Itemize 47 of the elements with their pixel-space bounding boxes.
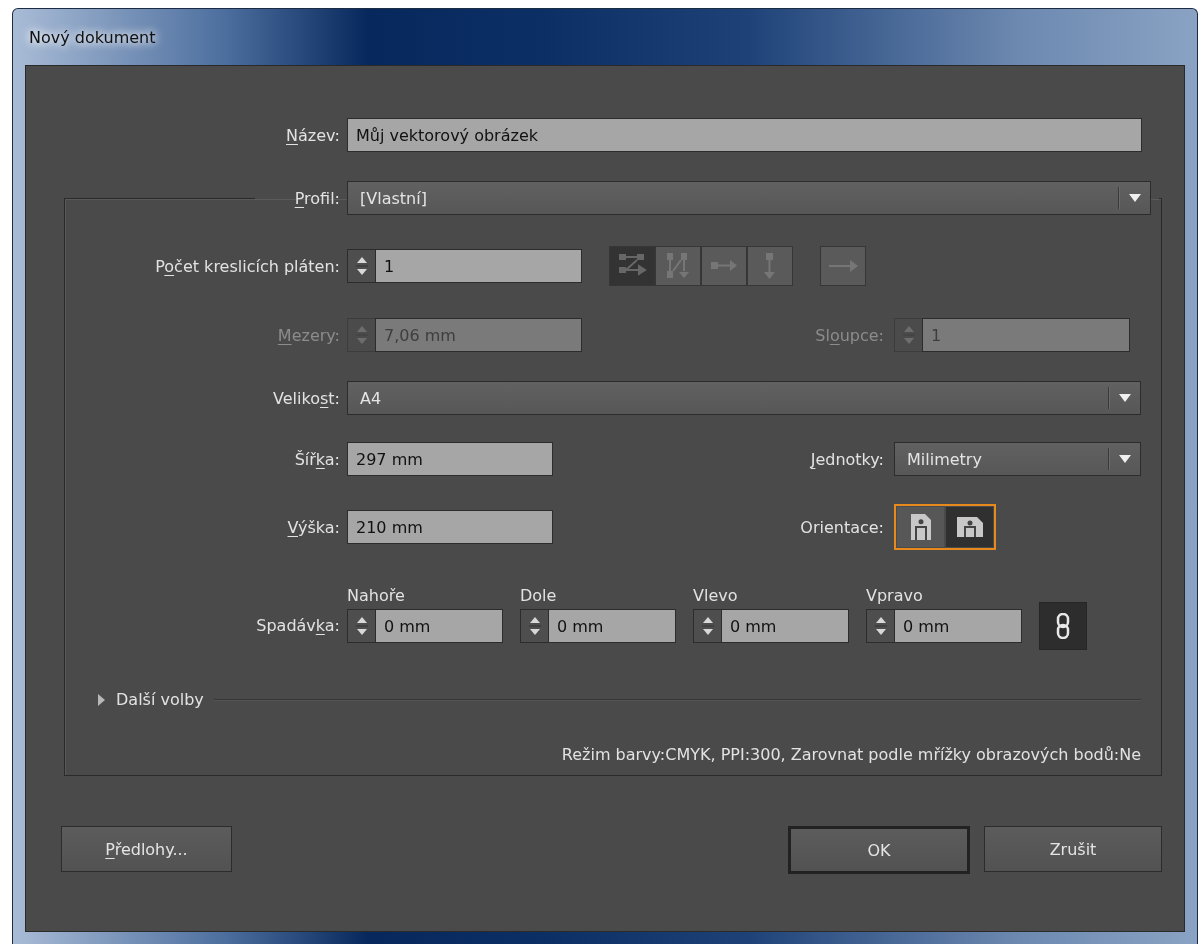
spacing-label: Mezery: — [277, 325, 341, 345]
portrait-page-icon — [910, 514, 931, 540]
artboard-count-label: Počet kreslicích pláten: — [155, 256, 341, 276]
bleed-field[interactable]: 0 mm — [894, 609, 1022, 643]
bleed-field[interactable]: 0 mm — [375, 609, 503, 643]
width-field[interactable]: 297 mm — [347, 442, 553, 476]
stepper-button[interactable] — [866, 609, 894, 643]
height-label: Výška: — [287, 517, 341, 537]
bleed-side-label: Vlevo — [693, 586, 739, 605]
stepper-button[interactable] — [347, 249, 375, 283]
orientation-button[interactable] — [946, 507, 993, 547]
size-label: Velikost: — [273, 388, 341, 408]
document-info-text: Režim barvy:CMYK, PPI:300, Zarovnat podle mřížky obrazových bodů:Ne — [560, 745, 1141, 764]
expand-triangle-icon[interactable] — [96, 692, 106, 707]
orientation-label: Orientace: — [800, 517, 885, 537]
name-label: Název: — [286, 125, 341, 145]
columns-label: Sloupce: — [815, 325, 885, 345]
bleed-label: Spadávka: — [256, 616, 341, 637]
cancel-button[interactable]: Zrušit — [984, 826, 1162, 872]
dropdown-arrow-icon — [1118, 454, 1132, 464]
height-field[interactable]: 210 mm — [347, 510, 553, 544]
orientation-button[interactable] — [897, 507, 944, 547]
link-button[interactable] — [1039, 602, 1087, 650]
ok-button[interactable]: OK — [788, 826, 970, 874]
profile-label: Profil: — [294, 188, 341, 208]
stepper-button[interactable] — [347, 609, 375, 643]
more-options-label[interactable]: Další volby — [116, 690, 204, 709]
templates-button[interactable]: Předlohy... — [61, 826, 232, 872]
bleed-field[interactable]: 0 mm — [548, 609, 676, 643]
name-field[interactable]: Můj vektorový obrázek — [347, 118, 1142, 152]
units-label: Jednotky: — [810, 449, 885, 469]
bleed-side-label: Vpravo — [866, 586, 924, 605]
window-title: Nový dokument — [29, 27, 156, 47]
units-dropdown[interactable]: Milimetry — [894, 442, 1141, 476]
profile-dropdown[interactable]: [Vlastní] — [347, 181, 1151, 215]
bleed-side-label: Dole — [520, 586, 558, 605]
landscape-page-icon — [956, 517, 983, 537]
bleed-field[interactable]: 0 mm — [721, 609, 849, 643]
width-label: Šířka: — [294, 449, 341, 469]
size-dropdown[interactable]: A4 — [347, 381, 1141, 415]
stepper-button[interactable] — [520, 609, 548, 643]
bleed-side-label: Nahoře — [347, 586, 406, 605]
stepper-button[interactable] — [693, 609, 721, 643]
dropdown-arrow-icon — [1118, 393, 1132, 403]
artboard-count-field[interactable]: 1 — [375, 249, 582, 283]
dropdown-arrow-icon — [1128, 193, 1142, 203]
chain-link-icon — [1056, 613, 1070, 639]
